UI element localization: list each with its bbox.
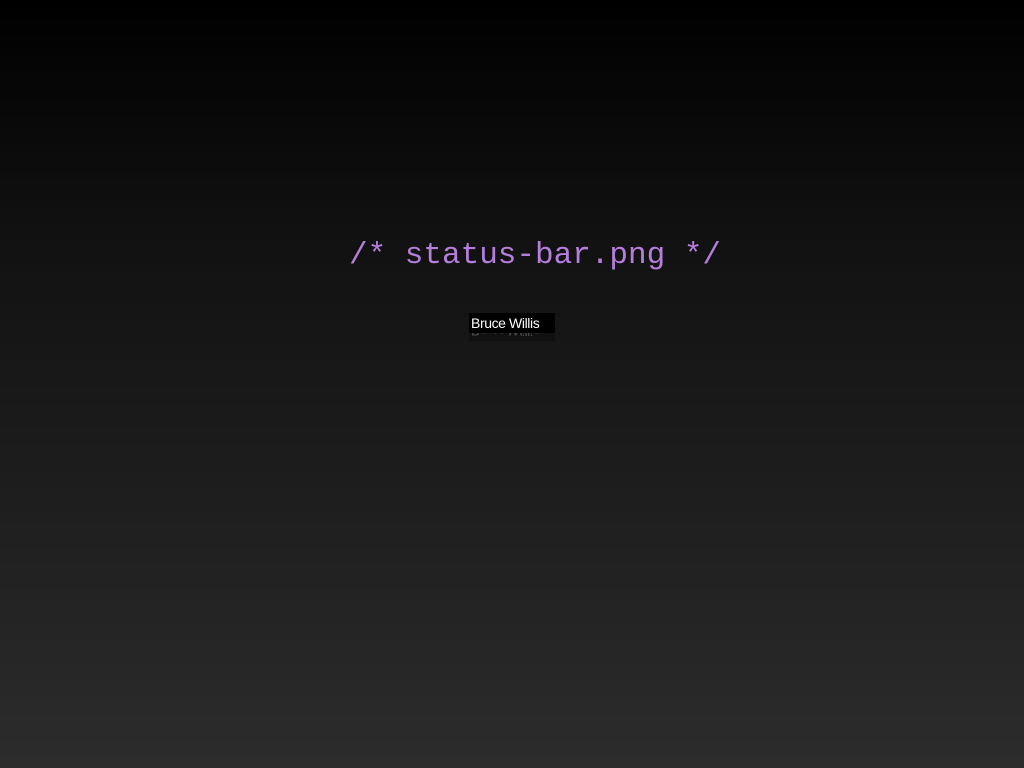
status-bar-reflection: Bruce Willis: [469, 333, 555, 341]
reflection-strip: Bruce Willis: [469, 333, 555, 341]
status-bar-label: Bruce Willis: [471, 315, 540, 331]
presentation-slide: /* status-bar.png */ Bruce Willis Bruce …: [0, 0, 1024, 768]
reflection-label: Bruce Willis: [471, 333, 539, 339]
code-comment-caption: /* status-bar.png */: [348, 238, 722, 273]
status-bar-image: Bruce Willis: [469, 313, 555, 333]
